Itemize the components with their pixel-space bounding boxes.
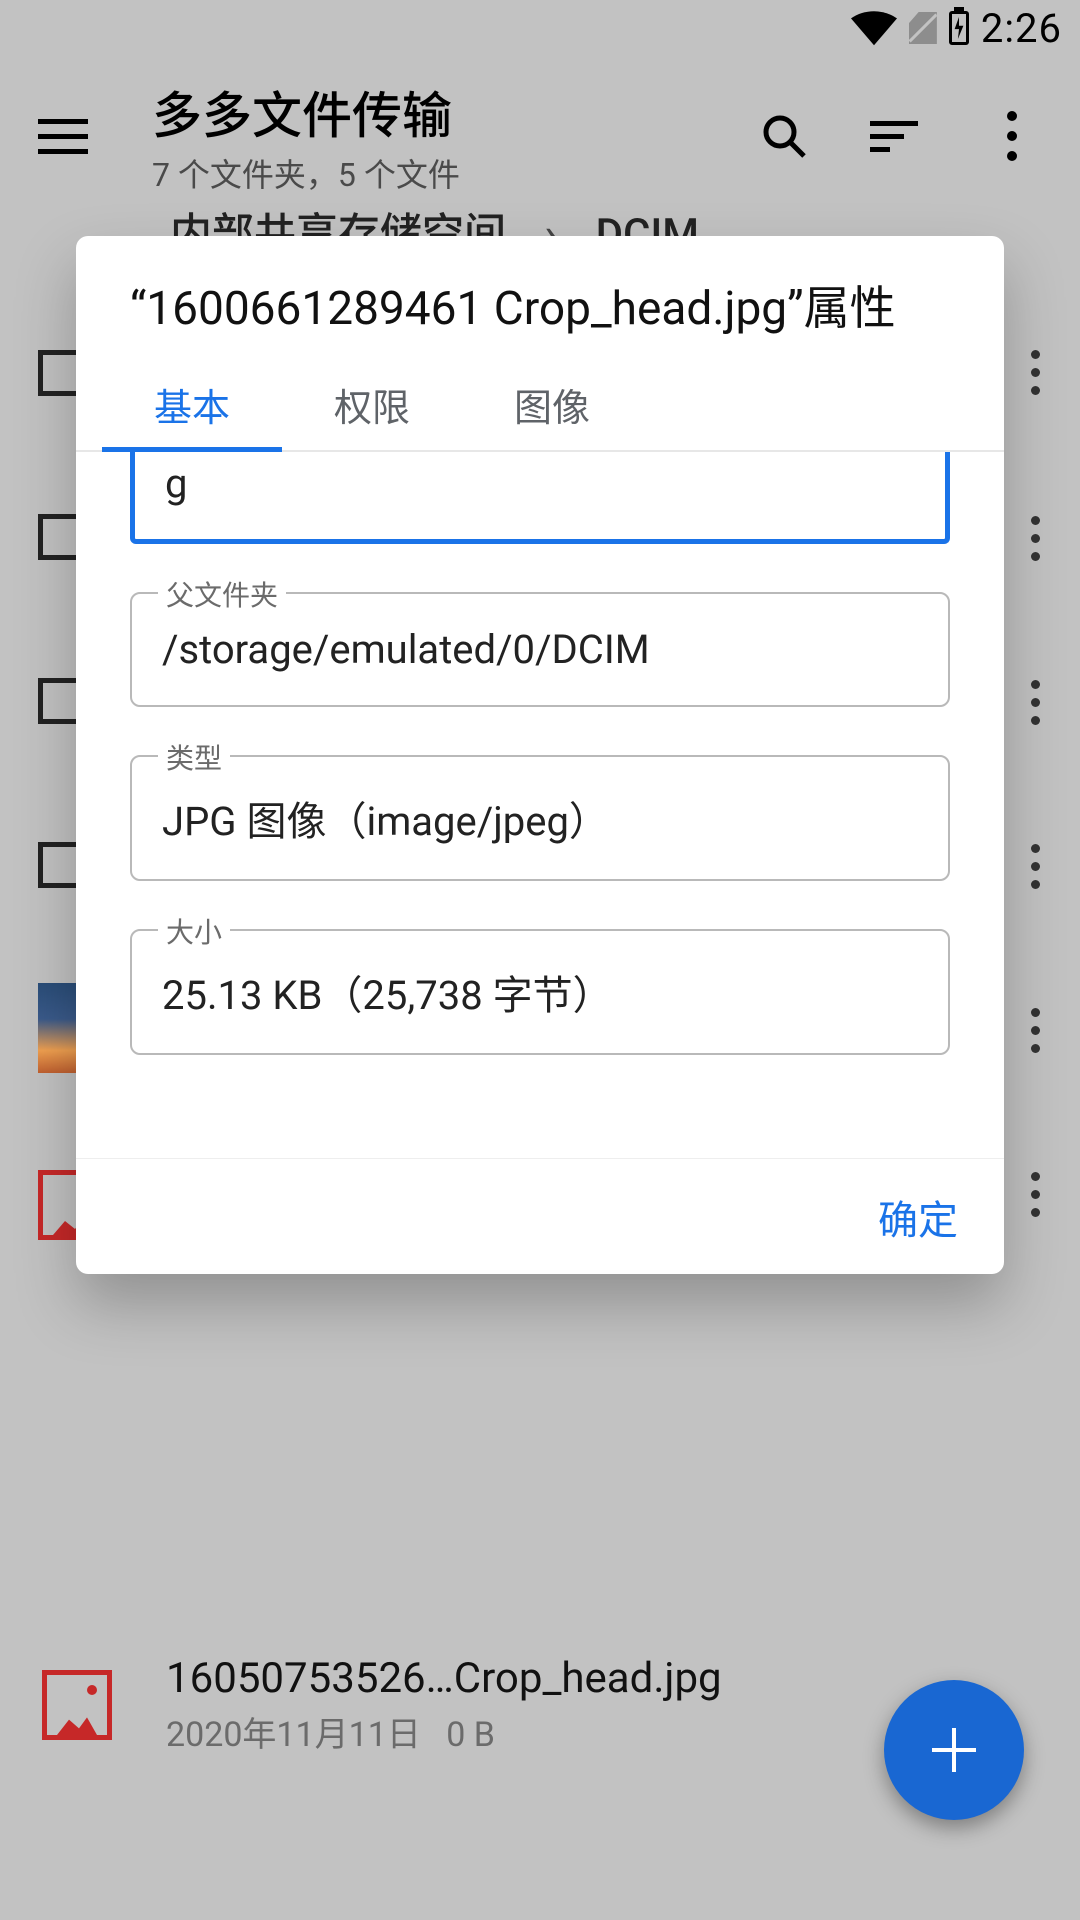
sort-button[interactable] [870, 108, 926, 164]
dialog-title: “1600661289461 Crop_head.jpg”属性 [76, 236, 1004, 360]
app-bar: 多多文件传输 7 个文件夹，5 个文件 [0, 56, 1080, 216]
field-name: g [130, 452, 950, 544]
field-type: 类型 JPG 图像（image/jpeg） [130, 755, 950, 881]
dialog-actions: 确定 [76, 1158, 1004, 1274]
item-overflow-button[interactable] [1031, 1008, 1040, 1053]
overflow-menu-button[interactable] [984, 108, 1040, 164]
field-parent: 父文件夹 /storage/emulated/0/DCIM [130, 592, 950, 707]
field-size: 大小 25.13 KB（25,738 字节） [130, 929, 950, 1055]
search-icon [760, 112, 808, 160]
item-overflow-button[interactable] [1031, 1172, 1040, 1217]
battery-charging-icon [949, 11, 969, 45]
dialog-body: g 父文件夹 /storage/emulated/0/DCIM 类型 JPG 图… [76, 452, 1004, 1158]
item-overflow-button[interactable] [1031, 350, 1040, 395]
tab-image[interactable]: 图像 [462, 360, 642, 450]
add-fab[interactable] [884, 1680, 1024, 1820]
ok-button[interactable]: 确定 [878, 1188, 958, 1246]
item-overflow-button[interactable] [1031, 516, 1040, 561]
status-bar: 2:26 [0, 0, 1080, 56]
app-subtitle: 7 个文件夹，5 个文件 [152, 150, 756, 196]
menu-button[interactable] [38, 119, 110, 154]
image-file-icon [42, 1670, 112, 1740]
field-label: 类型 [158, 737, 230, 777]
size-value: 25.13 KB（25,738 字节） [130, 929, 950, 1055]
field-label: 大小 [158, 911, 230, 951]
clock-text: 2:26 [981, 5, 1062, 52]
item-overflow-button[interactable] [1031, 844, 1040, 889]
wifi-icon [851, 10, 897, 46]
app-title: 多多文件传输 [152, 76, 756, 148]
tab-permissions[interactable]: 权限 [282, 360, 462, 450]
tab-basic[interactable]: 基本 [102, 360, 282, 450]
no-sim-icon [909, 12, 937, 44]
name-input[interactable]: g [130, 452, 950, 544]
properties-dialog: “1600661289461 Crop_head.jpg”属性 基本 权限 图像… [76, 236, 1004, 1274]
item-overflow-button[interactable] [1031, 680, 1040, 725]
type-value: JPG 图像（image/jpeg） [130, 755, 950, 881]
field-label: 父文件夹 [158, 574, 286, 614]
dialog-tabs: 基本 权限 图像 [76, 360, 1004, 452]
search-button[interactable] [756, 108, 812, 164]
